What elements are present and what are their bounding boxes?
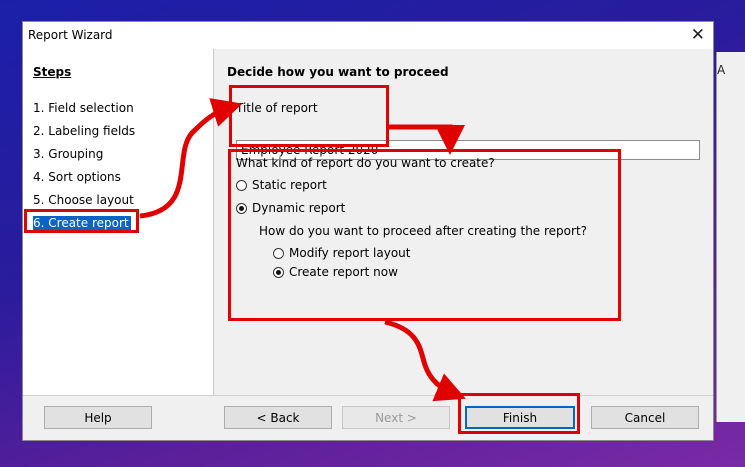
arrow-steps-to-title	[139, 98, 243, 219]
annotation-arrows	[139, 98, 466, 402]
arrow-kind-to-finish	[384, 319, 466, 402]
arrow-title-to-kind	[389, 124, 465, 155]
